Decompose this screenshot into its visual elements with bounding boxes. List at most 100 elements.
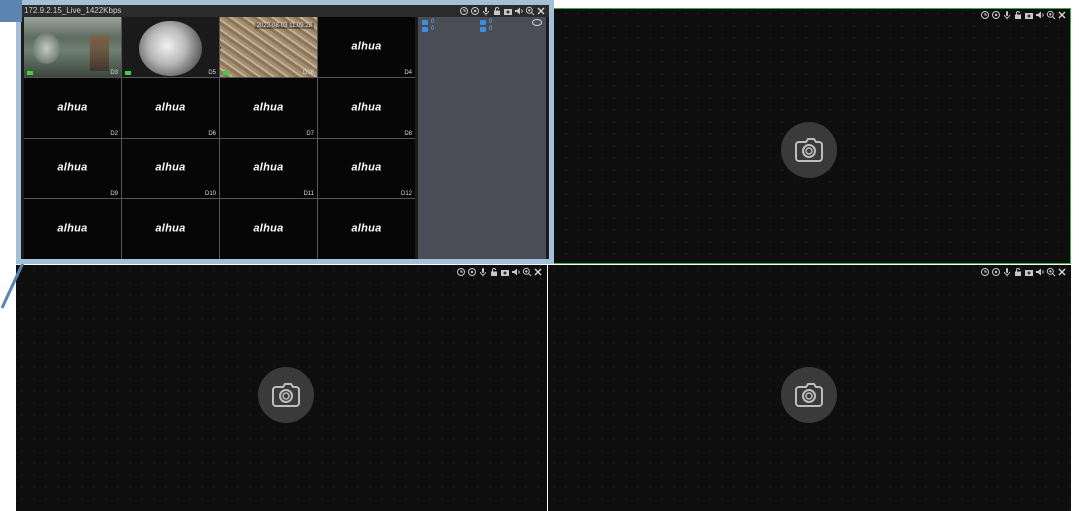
talk-icon[interactable] [1002, 267, 1012, 277]
audio-icon[interactable] [514, 6, 524, 16]
video-pane-4[interactable] [548, 265, 1071, 511]
channel-cell[interactable]: alhua [122, 199, 219, 259]
brand-logo: alhua [351, 222, 382, 235]
zoom-icon[interactable] [1046, 10, 1056, 20]
close-icon[interactable] [536, 6, 546, 16]
zoom-icon[interactable] [1046, 267, 1056, 277]
brand-logo: alhua [351, 101, 382, 114]
ptz-icon[interactable] [470, 6, 480, 16]
channel-cell[interactable]: alhua [220, 199, 317, 259]
line-cross-count: 0 [480, 26, 492, 32]
vehicle-icon [422, 26, 428, 32]
channel-cell[interactable]: D5 [122, 17, 219, 77]
channel-label: D2 [110, 130, 118, 137]
vehicle-count: 0 [422, 26, 434, 32]
camera-icon [781, 122, 837, 178]
brand-logo: alhua [155, 222, 186, 235]
motion-count: 0 [480, 19, 492, 25]
brand-logo: alhua [351, 40, 382, 53]
ptz-icon[interactable] [991, 10, 1001, 20]
talk-icon[interactable] [478, 267, 488, 277]
channel-label: D10 [204, 191, 216, 198]
ptz-icon[interactable] [467, 267, 477, 277]
instant-replay-icon[interactable] [456, 267, 466, 277]
brand-logo: alhua [155, 101, 186, 114]
instant-replay-icon[interactable] [980, 267, 990, 277]
recording-icon [223, 70, 229, 75]
channel-cell[interactable]: alhua [24, 199, 121, 259]
pane-toolbar [456, 267, 543, 277]
stream-title: 172.9.2.15_Live_1422Kbps [24, 6, 122, 15]
pane-toolbar [980, 10, 1067, 20]
channel-label: D12 [400, 191, 412, 198]
brand-logo: alhua [57, 101, 88, 114]
lock-icon[interactable] [489, 267, 499, 277]
snapshot-icon[interactable] [503, 6, 513, 16]
channel-cell[interactable]: alhua D7 [220, 77, 317, 138]
video-pane-2[interactable] [548, 8, 1071, 264]
pane-title-bar: 172.9.2.15_Live_1422Kbps [21, 5, 549, 17]
live-video-feed [122, 17, 219, 77]
channel-label: D5 [208, 69, 216, 76]
zoom-icon[interactable] [522, 267, 532, 277]
close-icon[interactable] [1057, 10, 1067, 20]
pane-toolbar [459, 6, 546, 16]
channel-cell[interactable]: alhua D12 [318, 138, 415, 199]
close-icon[interactable] [533, 267, 543, 277]
line-cross-icon [480, 26, 486, 32]
zoomed-pane-overlay: 172.9.2.15_Live_1422Kbps D3 D5 2022-08-03 … [16, 0, 554, 264]
instant-replay-icon[interactable] [459, 6, 469, 16]
lock-icon[interactable] [1013, 10, 1023, 20]
snapshot-icon[interactable] [1024, 10, 1034, 20]
camera-icon [781, 367, 837, 423]
brand-logo: alhua [253, 222, 284, 235]
channel-cell[interactable]: alhua D6 [122, 77, 219, 138]
channel-cell[interactable]: alhua D10 [122, 138, 219, 199]
channel-cell[interactable]: alhua D2 [24, 77, 121, 138]
talk-icon[interactable] [1002, 10, 1012, 20]
brand-logo: alhua [253, 161, 284, 174]
channel-cell[interactable]: alhua D8 [318, 77, 415, 138]
channel-label: D6 [208, 130, 216, 137]
brand-logo: alhua [57, 222, 88, 235]
zoom-icon[interactable] [525, 6, 535, 16]
channel-cell[interactable]: alhua D9 [24, 138, 121, 199]
snapshot-icon[interactable] [1024, 267, 1034, 277]
motion-icon [480, 19, 486, 25]
audio-icon[interactable] [511, 267, 521, 277]
snapshot-icon[interactable] [500, 267, 510, 277]
lock-icon[interactable] [492, 6, 502, 16]
brand-logo: alhua [57, 161, 88, 174]
lock-icon[interactable] [1013, 267, 1023, 277]
channel-label: D7 [306, 130, 314, 137]
audio-icon[interactable] [1035, 267, 1045, 277]
video-pane-3[interactable] [16, 265, 547, 511]
ptz-icon[interactable] [991, 267, 1001, 277]
camera-icon [258, 367, 314, 423]
channel-cell[interactable]: alhua D4 [318, 17, 415, 77]
people-count: 0 [422, 19, 434, 25]
channel-cell[interactable]: alhua [318, 199, 415, 259]
instant-replay-icon[interactable] [980, 10, 990, 20]
brand-logo: alhua [253, 101, 284, 114]
talk-icon[interactable] [481, 6, 491, 16]
video-timestamp: 2022-08-03 11:09:28 [254, 23, 314, 29]
channel-grid: D3 D5 2022-08-03 11:09:28 D16 alhua D4 alhua D2… [24, 17, 415, 259]
channel-cell[interactable]: D3 [24, 17, 121, 77]
analytics-panel: 0 0 0 0 [418, 17, 546, 259]
channel-label: D3 [110, 69, 118, 76]
eye-icon[interactable] [532, 19, 542, 26]
channel-cell[interactable]: alhua D11 [220, 138, 317, 199]
brand-logo: alhua [155, 161, 186, 174]
pane-toolbar [980, 267, 1067, 277]
channel-label: D4 [404, 69, 412, 76]
close-icon[interactable] [1057, 267, 1067, 277]
channel-label: D9 [110, 191, 118, 198]
channel-label: D11 [303, 191, 314, 198]
audio-icon[interactable] [1035, 10, 1045, 20]
brand-logo: alhua [351, 161, 382, 174]
person-icon [422, 19, 428, 25]
channel-cell[interactable]: 2022-08-03 11:09:28 D16 [220, 17, 317, 77]
zoom-callout-corner [0, 0, 22, 22]
live-video-feed [24, 17, 121, 77]
